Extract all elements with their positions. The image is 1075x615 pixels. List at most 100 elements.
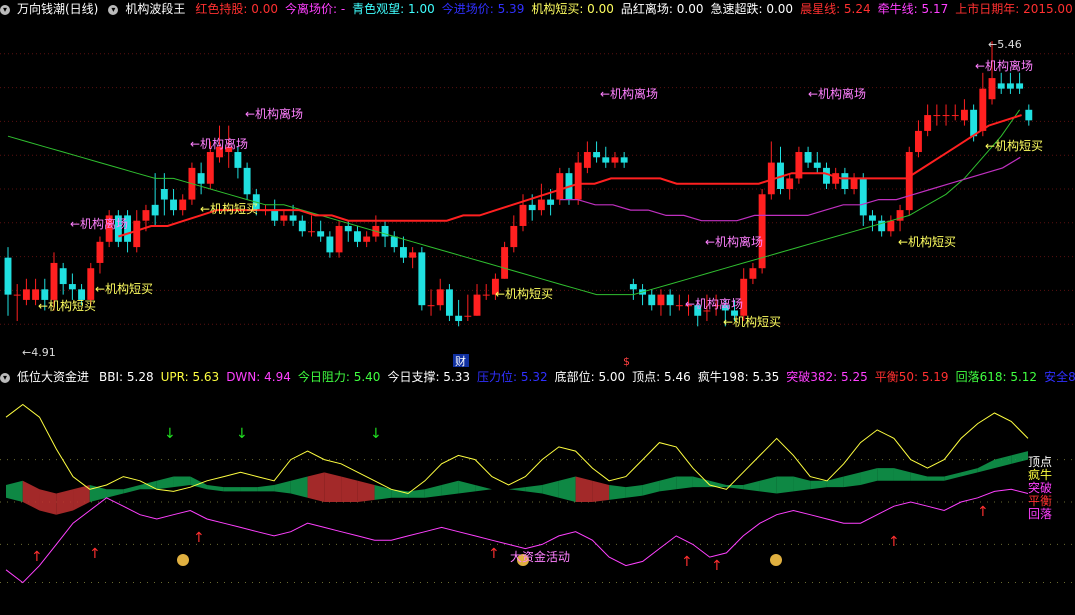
sell-signal-label: ←机构离场 (190, 136, 248, 151)
candle-body (50, 262, 58, 300)
mid-value-item: 疯牛198: 5.35 (697, 370, 780, 384)
mid-value-item: 顶点: 5.46 (632, 370, 691, 384)
collapse-icon[interactable]: ▾ (108, 4, 119, 15)
sell-signal-label: ←机构离场 (808, 86, 866, 101)
level-label: 平衡 (1028, 494, 1052, 508)
collapse-icon[interactable]: ▾ (0, 372, 10, 383)
candle-body (335, 225, 343, 253)
top-value-item: 青色观望: 1.00 (352, 2, 435, 16)
mid-value-item: 平衡50: 5.19 (874, 370, 949, 384)
sell-signal-label: ←机构离场 (600, 86, 658, 101)
candle-body (473, 294, 481, 316)
candle-body (510, 225, 518, 248)
candle-body (482, 294, 490, 296)
up-arrow-icon: ↑ (888, 534, 900, 550)
money-band-segment (944, 472, 961, 481)
money-band-segment (290, 476, 308, 498)
money-band-segment (810, 480, 827, 490)
money-band-segment (123, 485, 141, 494)
money-band-segment (709, 480, 727, 488)
candle-body (970, 109, 978, 137)
indicator-title[interactable]: 机构波段王 (125, 2, 185, 16)
money-band-segment (324, 472, 342, 502)
candle-body (151, 204, 159, 216)
candle-body (519, 204, 527, 226)
candle-body (823, 167, 830, 184)
candle-body (602, 157, 610, 163)
buy-signal-label: ←机构短买 (985, 138, 1043, 153)
buy-signal-label: ←机构短买 (38, 298, 96, 313)
candle-body (179, 199, 187, 211)
money-band-segment (22, 480, 40, 511)
up-arrow-icon: ↑ (977, 504, 989, 520)
sub-indicator-chart: ↓ ↓ ↓ ↑ ↑ ↑ ↑ ↑ ↑ ↑ ↑ 大资金活动 顶点疯牛突破平衡回落 (0, 403, 1075, 584)
top-value-item: 牵牛线: 5.17 (877, 2, 949, 16)
money-band-segment (475, 485, 492, 492)
main-indicator-bar: ▾ 万向钱潮(日线) ▾ 机构波段王 红色持股: 0.00 今离场价: - 青色观望: 1.… (0, 0, 1075, 18)
candle-body (933, 115, 941, 117)
money-band-segment (776, 476, 794, 494)
mid-value-item: 突破382: 5.25 (786, 370, 868, 384)
candle-body (914, 130, 922, 153)
candle-body (170, 199, 177, 211)
candle-body (786, 178, 794, 189)
candle-body (666, 294, 674, 306)
mid-value-item: 压力位: 5.32 (477, 370, 548, 384)
candle-body (234, 152, 242, 168)
stock-title: 万向钱潮(日线) (17, 2, 99, 16)
money-band-segment (458, 480, 476, 494)
top-value-item: 上市日期年: 2015.00 (955, 2, 1073, 16)
candle-body (1025, 109, 1033, 121)
candle-body (436, 289, 444, 306)
candle-body (418, 252, 426, 306)
top-value-item: 品红离场: 0.00 (620, 2, 704, 16)
low-price-label: ←4.91 (22, 346, 56, 359)
candle-body (326, 236, 334, 253)
money-band-segment (676, 476, 693, 490)
money-bag-icon (770, 554, 782, 566)
candle-body (887, 220, 895, 232)
candle-body (13, 294, 21, 296)
money-band-segment (592, 480, 610, 502)
up-arrow-icon: ↑ (31, 549, 43, 565)
candle-body (206, 152, 214, 184)
collapse-icon[interactable]: ▾ (0, 4, 10, 15)
money-band-segment (207, 485, 224, 492)
money-band-segment (156, 476, 174, 490)
money-band-segment (307, 472, 325, 502)
candle-body (620, 157, 628, 163)
buy-signal-label: ←机构短买 (723, 314, 781, 329)
money-band-segment (274, 480, 291, 494)
candle-body (537, 199, 545, 211)
money-band-segment (408, 489, 425, 498)
candle-body (905, 152, 913, 211)
buy-signal-label: ←机构短买 (200, 201, 258, 216)
money-bag-icon (177, 554, 189, 566)
money-band-segment (190, 476, 208, 490)
candle-body (841, 173, 849, 189)
finance-event-label: 财 (455, 354, 466, 368)
candle-body (869, 215, 876, 221)
sub-indicator-title[interactable]: 低位大资金进 (17, 370, 89, 384)
candle-body (464, 315, 472, 317)
candle-body (648, 294, 656, 306)
level-label: 突破 (1028, 480, 1052, 495)
indicator-line (5, 488, 1029, 584)
candle-body (675, 305, 683, 307)
candlestick-chart: ←机构离场 ←机构离场 ←机构离场 ←机构离场 ←机构离场 ←机构离场 ←机构离场 ←机构离场… (0, 38, 1075, 368)
money-band-segment (357, 480, 375, 502)
mid-value-item: BBI: 5.28 (99, 370, 154, 384)
candle-body (859, 178, 867, 216)
money-band-segment (73, 485, 90, 511)
money-band-segment (793, 476, 811, 492)
money-band-segment (659, 476, 677, 492)
sell-signal-label: ←机构离场 (975, 58, 1033, 73)
mid-value-item: DWN: 4.94 (226, 370, 291, 384)
candle-body (344, 225, 352, 232)
money-band-segment (374, 485, 392, 500)
candle-body (593, 152, 601, 158)
candle-body (942, 115, 950, 117)
mid-values: BBI: 5.28 UPR: 5.63 DWN: 4.94 今日阻力: 5.40 今日支… (99, 370, 1075, 384)
money-band-segment (240, 487, 258, 492)
mid-value-item: 安全809: 5.02 (1044, 370, 1075, 384)
